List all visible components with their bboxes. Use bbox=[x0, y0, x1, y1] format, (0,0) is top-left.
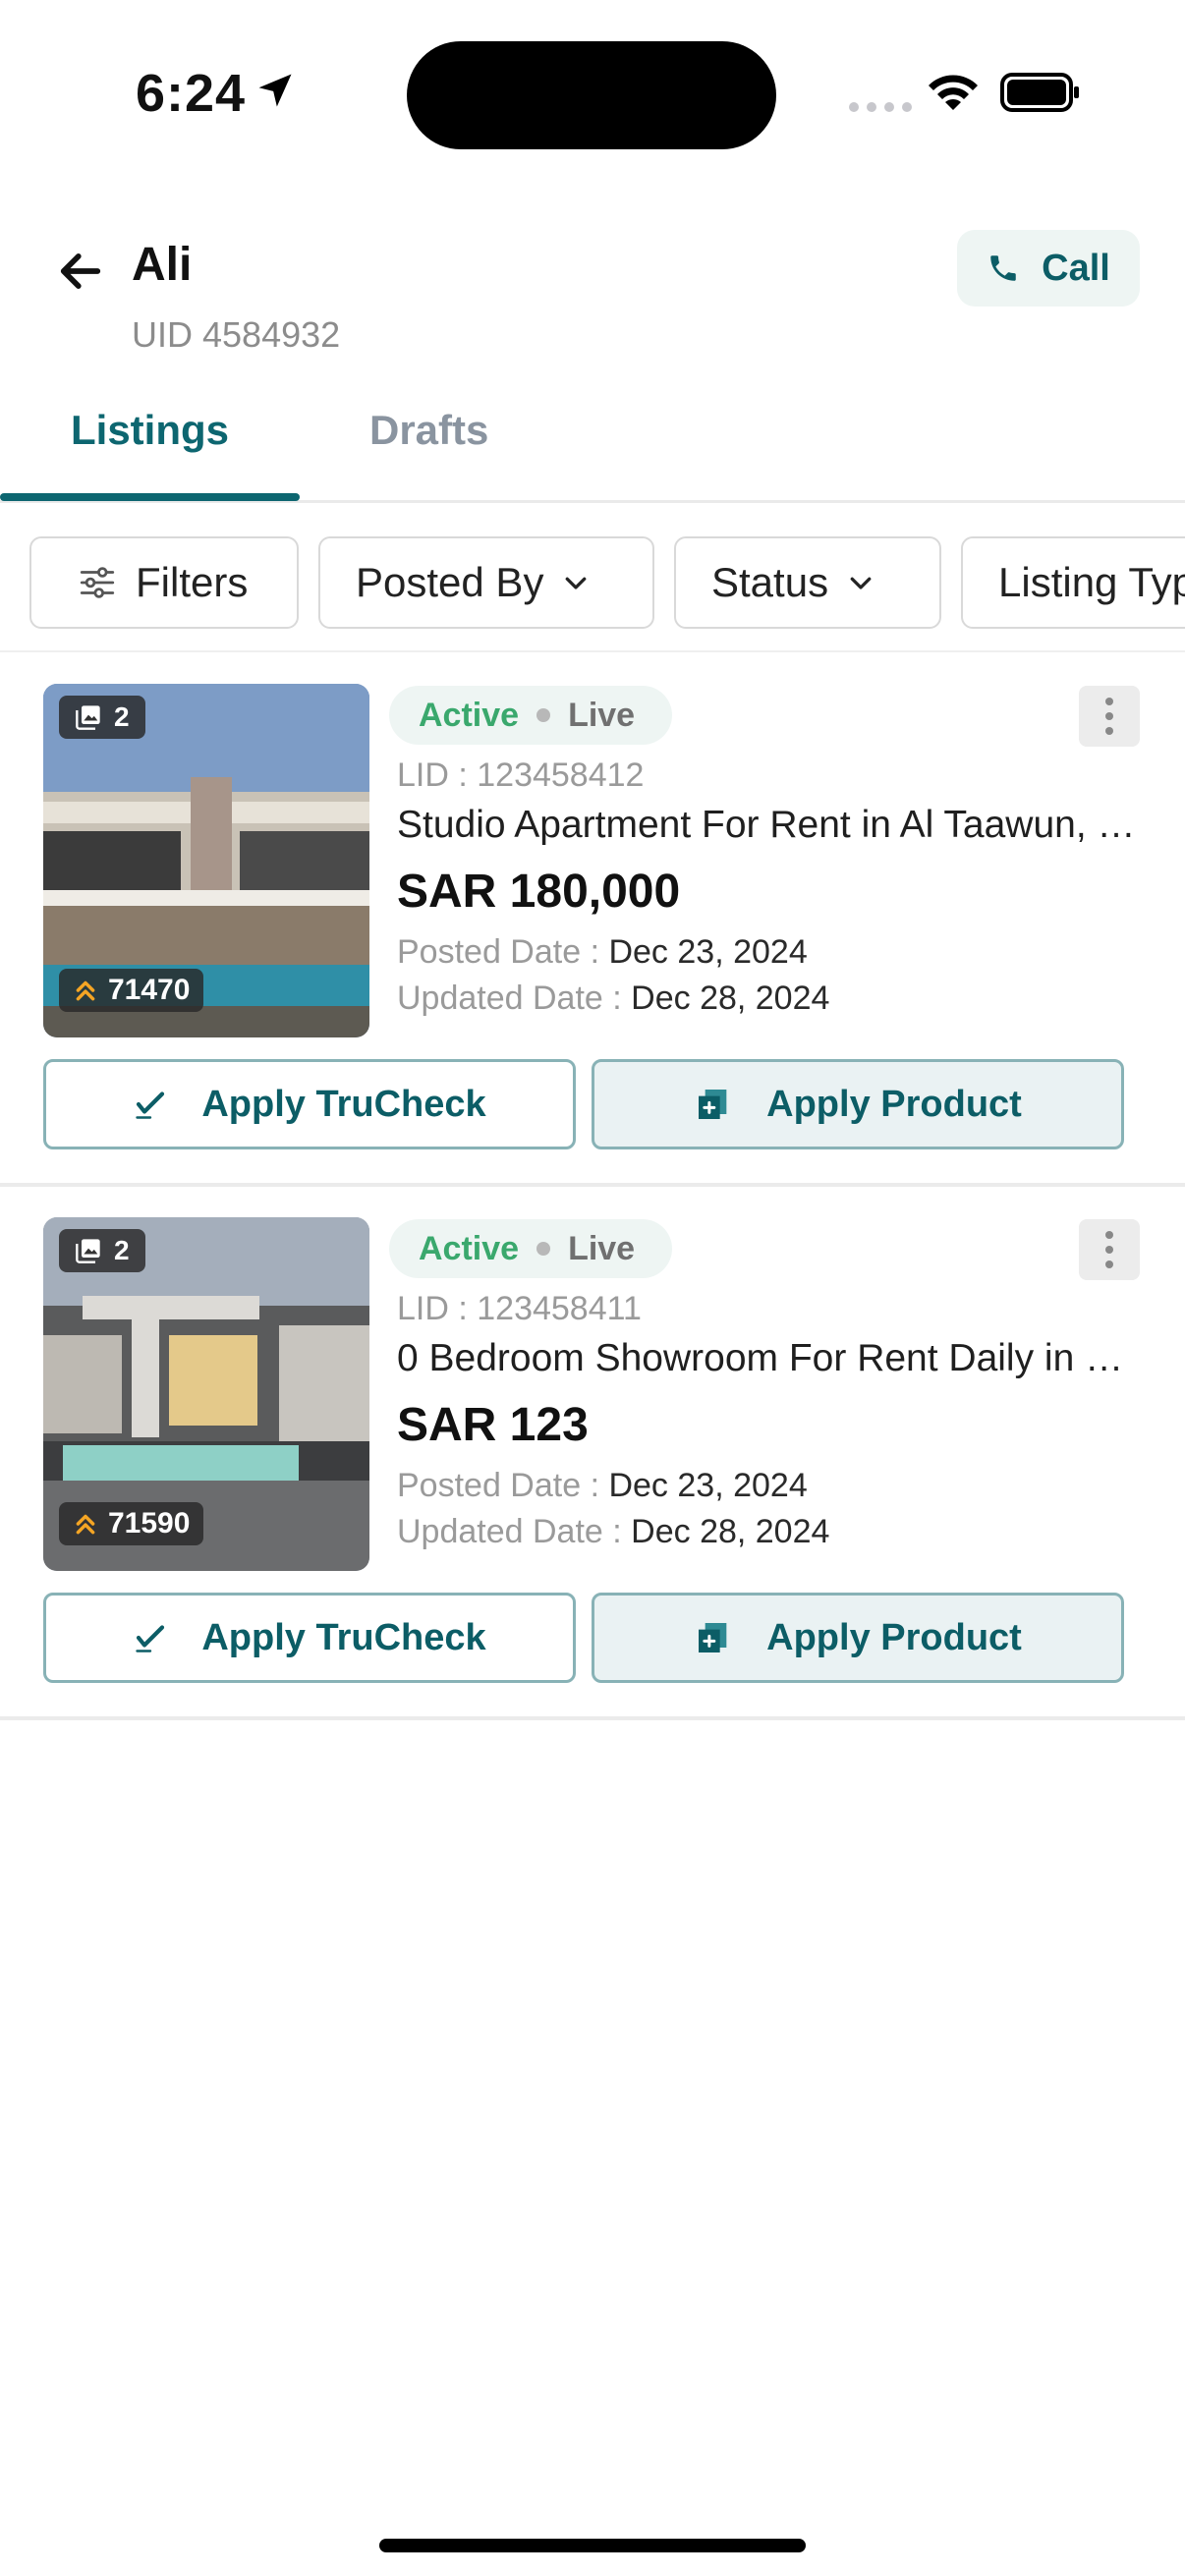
user-name: Ali bbox=[132, 239, 193, 291]
trucheck-icon bbox=[136, 1625, 165, 1652]
updated-date-value: Dec 28, 2024 bbox=[631, 1513, 830, 1550]
divider bbox=[0, 650, 1185, 652]
tab-drafts[interactable]: Drafts bbox=[369, 407, 488, 454]
posted-date-row: Posted Date : Dec 23, 2024 bbox=[397, 1467, 808, 1505]
posted-date-value: Dec 23, 2024 bbox=[608, 1467, 808, 1504]
boost-badge: 71470 bbox=[59, 969, 204, 1012]
apply-product-button[interactable]: Apply Product bbox=[592, 1593, 1124, 1683]
call-button[interactable]: Call bbox=[957, 230, 1140, 307]
wifi-icon bbox=[929, 75, 978, 110]
back-arrow-icon[interactable] bbox=[55, 246, 106, 297]
location-arrow-icon bbox=[258, 74, 292, 107]
apply-trucheck-label: Apply TruCheck bbox=[201, 1083, 486, 1125]
updated-date-row: Updated Date : Dec 28, 2024 bbox=[397, 980, 829, 1018]
apply-product-label: Apply Product bbox=[766, 1083, 1022, 1125]
more-options-button[interactable] bbox=[1079, 686, 1140, 747]
dynamic-island bbox=[407, 41, 776, 149]
listing-type-label: Listing Type bbox=[998, 559, 1185, 605]
filters-label: Filters bbox=[136, 559, 249, 605]
listing-status: Active bbox=[419, 696, 520, 734]
boost-chevrons-icon bbox=[76, 980, 95, 1001]
more-options-button[interactable] bbox=[1079, 1219, 1140, 1280]
listings-screen: 6:24 Ali UID 4584932 Call Listings Draft… bbox=[0, 0, 1185, 2576]
image-count-badge: 2 bbox=[59, 1229, 145, 1272]
updated-date-label: Updated Date : bbox=[397, 980, 632, 1017]
sliders-icon bbox=[80, 567, 115, 598]
status-time: 6:24 bbox=[136, 64, 247, 123]
more-dot bbox=[1105, 698, 1113, 705]
call-label: Call bbox=[1042, 247, 1110, 289]
boost-chevrons-icon bbox=[76, 1514, 95, 1535]
tab-listings[interactable]: Listings bbox=[71, 407, 229, 454]
cellular-signal-icon bbox=[849, 102, 912, 112]
listing-image[interactable]: 2 71590 bbox=[43, 1217, 369, 1571]
listing-id: LID : 123458412 bbox=[397, 756, 645, 794]
status-bar: 6:24 bbox=[0, 0, 1185, 187]
posted-by-label: Posted By bbox=[356, 559, 544, 605]
apply-trucheck-button[interactable]: Apply TruCheck bbox=[43, 1593, 576, 1683]
tab-bar: Listings Drafts bbox=[0, 393, 1185, 503]
status-badge: Active Live bbox=[389, 686, 672, 745]
more-dot bbox=[1105, 1246, 1113, 1254]
image-count: 2 bbox=[114, 701, 130, 732]
listing-title[interactable]: 0 Bedroom Showroom For Rent Daily in Riy… bbox=[397, 1337, 1144, 1380]
more-dot bbox=[1105, 727, 1113, 735]
status-separator bbox=[536, 1242, 551, 1256]
more-dot bbox=[1105, 1260, 1113, 1268]
status-label: Status bbox=[711, 559, 829, 605]
boost-count: 71590 bbox=[108, 1507, 191, 1540]
posted-date-row: Posted Date : Dec 23, 2024 bbox=[397, 933, 808, 972]
phone-icon bbox=[990, 255, 1016, 281]
apply-product-button[interactable]: Apply Product bbox=[592, 1059, 1124, 1149]
status-separator bbox=[536, 708, 551, 722]
listing-card[interactable]: 2 71470 Active Live LID : 123458412 Stud… bbox=[0, 654, 1185, 1187]
gallery-icon bbox=[76, 1239, 100, 1263]
listing-price: SAR 180,000 bbox=[397, 866, 681, 918]
battery-icon bbox=[1000, 73, 1079, 112]
listing-status: Active bbox=[419, 1229, 520, 1267]
image-count: 2 bbox=[114, 1235, 130, 1265]
apply-trucheck-label: Apply TruCheck bbox=[201, 1616, 486, 1658]
updated-date-row: Updated Date : Dec 28, 2024 bbox=[397, 1513, 829, 1551]
boost-count: 71470 bbox=[108, 974, 191, 1006]
apply-trucheck-button[interactable]: Apply TruCheck bbox=[43, 1059, 576, 1149]
more-dot bbox=[1105, 712, 1113, 720]
posted-date-label: Posted Date : bbox=[397, 933, 609, 971]
filter-chips: Filters Posted By Status Listing Type bbox=[0, 536, 1185, 629]
add-product-icon bbox=[699, 1623, 727, 1652]
posted-by-dropdown[interactable]: Posted By bbox=[318, 536, 654, 629]
listing-image[interactable]: 2 71470 bbox=[43, 684, 369, 1037]
listing-state: Live bbox=[568, 696, 636, 734]
posted-date-label: Posted Date : bbox=[397, 1467, 609, 1504]
image-count-badge: 2 bbox=[59, 696, 145, 739]
user-uid: UID 4584932 bbox=[132, 314, 341, 355]
listing-card[interactable]: 2 71590 Active Live LID : 123458411 0 Be… bbox=[0, 1188, 1185, 1720]
listing-type-dropdown[interactable]: Listing Type bbox=[961, 536, 1185, 629]
chevron-down-icon bbox=[850, 577, 872, 589]
posted-date-value: Dec 23, 2024 bbox=[608, 933, 808, 971]
home-indicator[interactable] bbox=[379, 2539, 806, 2552]
filters-button[interactable]: Filters bbox=[29, 536, 299, 629]
updated-date-label: Updated Date : bbox=[397, 1513, 632, 1550]
boost-badge: 71590 bbox=[59, 1502, 204, 1545]
listing-title[interactable]: Studio Apartment For Rent in Al Taawun, … bbox=[397, 804, 1144, 847]
active-tab-indicator bbox=[0, 493, 300, 501]
status-dropdown[interactable]: Status bbox=[674, 536, 941, 629]
trucheck-icon bbox=[136, 1092, 165, 1119]
listing-id: LID : 123458411 bbox=[397, 1290, 642, 1327]
updated-date-value: Dec 28, 2024 bbox=[631, 980, 830, 1017]
listing-price: SAR 123 bbox=[397, 1399, 589, 1451]
listing-state: Live bbox=[568, 1229, 636, 1267]
more-dot bbox=[1105, 1231, 1113, 1239]
gallery-icon bbox=[76, 705, 100, 730]
status-badge: Active Live bbox=[389, 1219, 672, 1278]
apply-product-label: Apply Product bbox=[766, 1616, 1022, 1658]
add-product-icon bbox=[699, 1090, 727, 1119]
chevron-down-icon bbox=[566, 577, 587, 589]
